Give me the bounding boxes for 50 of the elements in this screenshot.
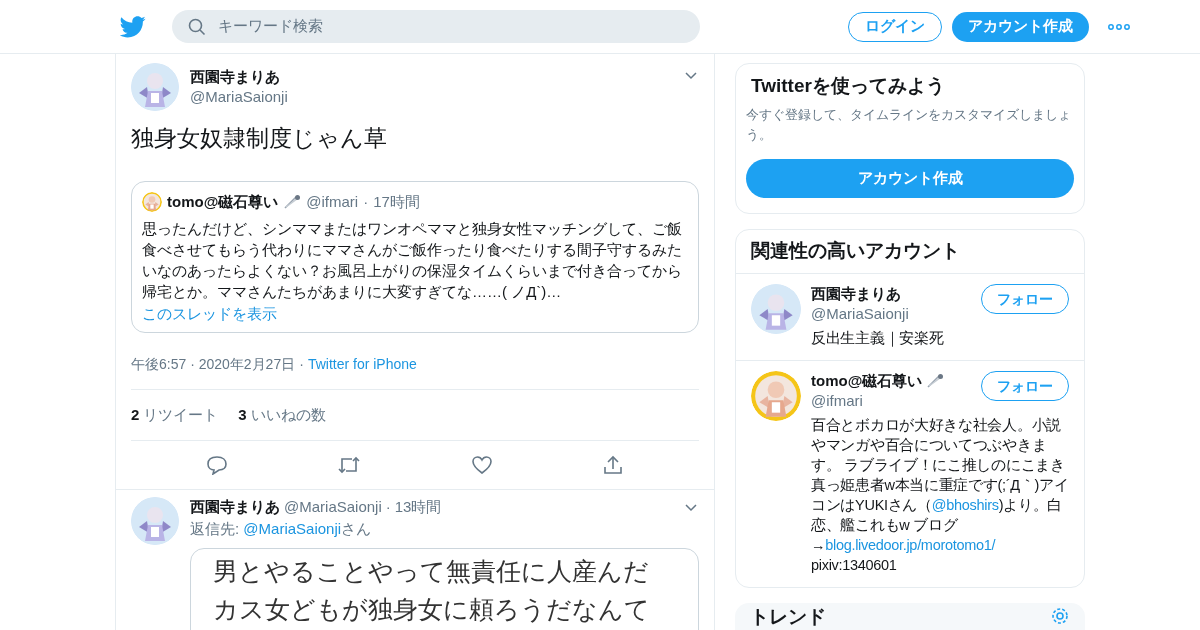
tweet-time[interactable]: 13時間 [394,497,442,517]
search-input[interactable]: キーワード検索 [218,15,684,38]
separator-dot: · [363,192,369,212]
share-icon[interactable] [602,455,625,475]
reply-context: 返信先: @MariaSaionjiさん [190,519,373,539]
author-name[interactable]: 西園寺まりあ [190,497,280,517]
settings-icon[interactable] [1050,606,1070,626]
bio-link[interactable]: blog.livedoor.jp/morotomo1/ [825,537,996,553]
safety-pin-icon [926,373,945,389]
signup-button[interactable]: アカウント作成 [746,159,1074,198]
account-handle[interactable]: @MariaSaionji [811,304,981,324]
image-text-line: カス女どもが独身女に頼ろうだなんて [213,594,651,625]
retweet-icon[interactable] [337,455,362,475]
search-field[interactable]: キーワード検索 [172,10,700,43]
heart-icon[interactable] [470,455,493,475]
account-name[interactable]: tomo@磁石尊い [811,371,923,391]
search-icon [188,17,206,36]
quote-time: 17時間 [373,192,420,212]
attached-image[interactable]: 男とやることやって無責任に人産んだ カス女どもが独身女に頼ろうだなんて [190,548,699,630]
quote-text: 思ったんだけど、シンママまたはワンオペママと独身女性マッチングして、ご飯食べさせてもらう代わりにママさんがご飯作ったり食べたりする間子守するみたいなのあったらよくない？お風呂上がりの保湿タイムくらいまで付き合ってから帰宅とか。ママさんたちがあまりに大変すぎてな……( ノД`)… [142,218,683,302]
image-text-line: 男とやることやって無責任に人産んだ [213,556,650,587]
card-title: 関連性の高いアカウント [736,230,1084,274]
account-name[interactable]: 西園寺まりあ [811,284,901,304]
signup-button[interactable]: アカウント作成 [952,11,1089,42]
bio-link[interactable]: @bhoshirs [931,497,999,513]
separator-dot: · [385,497,391,517]
safety-pin-icon [283,194,302,211]
author-handle[interactable]: @MariaSaionji [190,87,672,107]
author-name[interactable]: 西園寺まりあ [190,67,672,87]
card-description: 今すぐ登録して、タイムラインをカスタマイズしましょう。 [746,106,1072,144]
tweet-timestamp[interactable]: 午後6:57 · 2020年2月27日 [131,353,296,375]
card-title: Twitterを使ってみよう [750,74,946,98]
quote-author-handle: @ifmari [306,192,359,212]
tweet-text: 独身女奴隷制度じゃん草 [131,124,388,153]
stat-link[interactable]: 2 リツイート [131,403,219,426]
quote-author-name: tomo@磁石尊い [167,192,279,212]
more-icon[interactable] [1108,23,1130,30]
account-bio: 反出生主義｜安楽死 [811,329,945,348]
reply-icon[interactable] [205,455,228,475]
account-handle[interactable]: @ifmari [811,391,981,411]
account-bio: 百合とボカロが大好きな社会人。小説やマンガや百合についてつぶやきます。 ラブライブ！にこ推しのにこまき真っ姫患者w本当に重症です(;´Д｀)アイコンはYUKIさん（@bhoshirs)より。白恋、艦これもw ブログ→blog.livedoor.jp/morotomo1/ pixiv:1340601 [811,416,1069,575]
show-thread-link[interactable]: このスレッドを表示 [142,303,688,324]
card-title: トレンド [750,606,826,629]
author-handle[interactable]: @MariaSaionji [284,497,382,517]
stat-link[interactable]: 3 いいねの数 [238,403,326,426]
separator-dot: · [299,354,304,374]
bird-logo-icon[interactable] [120,15,146,38]
mention-link[interactable]: @MariaSaionji [243,520,342,537]
source-link[interactable]: Twitter for iPhone [307,353,417,375]
quoted-tweet-card[interactable]: tomo@磁石尊い @ifmari · 17時間 思ったんだけど、シンママまたはワンオペママと独身女性マッチングして、ご飯食べさせてもらう代わりにママさんがご飯作ったり食べたりする間子守するみたいなのあったらよくない？お風呂上がりの保湿タイムくらいまで付き合ってから帰宅とか。ママさんたちがあまりに大変すぎてな……( ノД`)… このスレッドを表示 [131,181,699,333]
